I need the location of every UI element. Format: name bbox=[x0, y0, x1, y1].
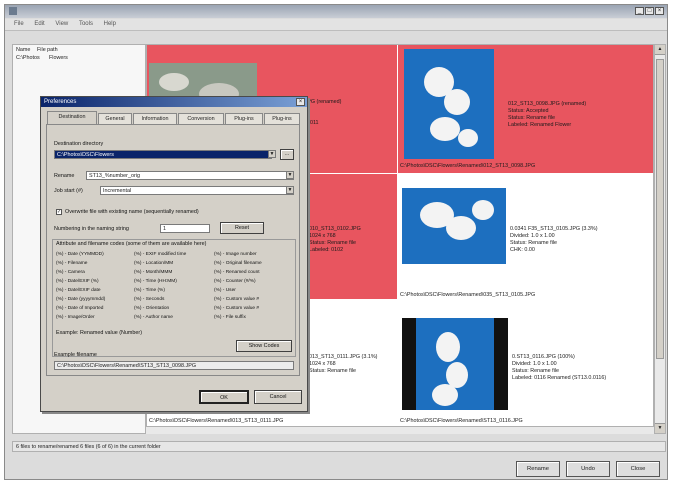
reset-button[interactable]: Reset bbox=[220, 222, 264, 234]
code-item: (%) - Time (HH:MM) bbox=[134, 279, 177, 284]
job-dropdown-arrow[interactable]: ▼ bbox=[286, 186, 294, 194]
code-item: (%) - Image/Order bbox=[56, 315, 95, 320]
rename-button[interactable]: Rename bbox=[516, 461, 560, 477]
thumbnail-image[interactable] bbox=[402, 188, 506, 264]
tab-conversion[interactable]: Conversion bbox=[178, 113, 224, 124]
close-button[interactable]: × bbox=[655, 7, 664, 15]
code-item: (%) - Location/MM bbox=[134, 261, 174, 266]
job-field[interactable]: Incremental bbox=[100, 186, 294, 195]
thumbnail-meta: 013_ST13_0111.JPG (3.1%) 1024 x 768 Status… bbox=[309, 354, 378, 374]
thumbnail-image[interactable] bbox=[402, 318, 508, 410]
code-item: (%) - Date of Imported bbox=[56, 306, 104, 311]
tab-general[interactable]: General bbox=[98, 113, 132, 124]
code-item: (%) - Date (yyyymmdd) bbox=[56, 297, 106, 302]
code-item: (%) - Orientation bbox=[134, 306, 170, 311]
overwrite-label: Overwrite file with existing name (seque… bbox=[65, 209, 199, 215]
ok-button[interactable]: OK bbox=[199, 390, 249, 404]
code-item: (%) - Time (%) bbox=[134, 288, 165, 293]
thumbnail-caption: C:\Photos\DSC\Flowers\Renamed\ST13_0116.… bbox=[400, 418, 523, 424]
tree-header-path[interactable]: File path bbox=[37, 47, 58, 53]
thumbnail-cell[interactable]: 0.0341 F35_ST13_0105.JPG (3.3%) Divided: … bbox=[398, 174, 653, 299]
rename-dropdown-arrow[interactable]: ▼ bbox=[286, 171, 294, 179]
thumbnail-cell[interactable]: 0.ST13_0116.JPG (100%) Divided: 1.0 x 1.0… bbox=[398, 300, 653, 425]
menu-tools[interactable]: Tools bbox=[79, 19, 93, 30]
menu-bar: File Edit View Tools Help bbox=[5, 19, 667, 31]
horizontal-scrollbar[interactable] bbox=[146, 426, 654, 434]
menu-edit[interactable]: Edit bbox=[34, 19, 44, 30]
code-item: (%) - Author name bbox=[134, 315, 173, 320]
minimize-button[interactable]: _ bbox=[635, 7, 644, 15]
tree-item-flowers[interactable]: Flowers bbox=[49, 55, 68, 61]
code-item: (%) - Custom value # bbox=[214, 297, 260, 302]
code-item: (%) - Date/EXIF (%) bbox=[56, 279, 99, 284]
thumbnail-meta: 010_ST13_0102.JPG 1024 x 768 Status: Renam… bbox=[309, 226, 361, 253]
example-field: C:\Photos\DSC\Flowers\Renamed\ST13_ST13_… bbox=[54, 361, 294, 370]
title-bar: _ □ × bbox=[5, 5, 667, 18]
status-bar: 6 files to rename/renamed 6 files (6 of … bbox=[12, 441, 666, 452]
vertical-scrollbar[interactable]: ▲ ▼ bbox=[654, 44, 666, 434]
code-item: (%) - Date (YYMMDD) bbox=[56, 252, 104, 257]
destination-folder-field[interactable]: C:\Photos\DSC\Flowers bbox=[54, 150, 272, 159]
tree-header-name[interactable]: Name bbox=[16, 47, 30, 53]
tab-information[interactable]: Information bbox=[133, 113, 177, 124]
show-codes-button[interactable]: Show Codes bbox=[236, 340, 292, 352]
app-icon bbox=[9, 7, 17, 15]
numbering-field[interactable]: 1 bbox=[160, 224, 210, 233]
tab-plugins-2[interactable]: Plug-ins bbox=[264, 113, 300, 124]
code-item: (%) - EXIF modified time bbox=[134, 252, 187, 257]
numbering-label: Numbering in the naming string bbox=[54, 226, 129, 232]
code-item: (%) - Image number bbox=[214, 252, 257, 257]
thumbnail-image[interactable] bbox=[404, 49, 494, 159]
tree-item-root[interactable]: C:\Photos bbox=[16, 55, 40, 61]
menu-help[interactable]: Help bbox=[104, 19, 116, 30]
codes-header: Attribute and filename codes (some of th… bbox=[56, 241, 207, 247]
thumbnail-meta: 012_ST13_0098.JPG (renamed) Status: Accep… bbox=[508, 101, 587, 128]
code-item: (%) - Seconds bbox=[134, 297, 165, 302]
dialog-title: Preferences bbox=[41, 97, 307, 107]
tab-plugins[interactable]: Plug-ins bbox=[225, 113, 263, 124]
code-item: (%) - Custom value # bbox=[214, 306, 260, 311]
code-item: (%) - Filename bbox=[56, 261, 88, 266]
code-item: (%) - Renamed count bbox=[214, 270, 260, 275]
menu-view[interactable]: View bbox=[55, 19, 68, 30]
job-label: Job start (#) bbox=[54, 188, 83, 194]
thumbnail-cell[interactable]: 012_ST13_0098.JPG (renamed) Status: Accep… bbox=[398, 45, 653, 173]
browse-button[interactable]: … bbox=[280, 149, 294, 160]
scroll-thumb[interactable] bbox=[656, 59, 664, 359]
cancel-button[interactable]: Cancel bbox=[254, 390, 302, 404]
thumbnail-meta: 0.ST13_0116.JPG (100%) Divided: 1.0 x 1.0… bbox=[512, 354, 607, 381]
scroll-up-arrow[interactable]: ▲ bbox=[655, 45, 665, 55]
thumbnail-meta: 0.0341 F35_ST13_0105.JPG (3.3%) Divided: … bbox=[510, 226, 598, 253]
menu-file[interactable]: File bbox=[14, 19, 24, 30]
dialog-close-button[interactable]: × bbox=[296, 98, 305, 106]
code-item: (%) - Counter (#/%) bbox=[214, 279, 256, 284]
thumbnail-caption: C:\Photos\DSC\Flowers\Renamed\012_ST13_0… bbox=[400, 163, 536, 169]
thumbnail-caption: C:\Photos\DSC\Flowers\Renamed\035_ST13_0… bbox=[400, 292, 536, 298]
example-label: Example filename bbox=[54, 352, 97, 358]
example-note: Example: Renamed value (Number) bbox=[56, 330, 142, 336]
destination-dropdown-arrow[interactable]: ▼ bbox=[268, 150, 276, 158]
code-item: (%) - Original filename bbox=[214, 261, 262, 266]
rename-field[interactable]: ST13_%number_orig bbox=[86, 171, 294, 180]
scroll-down-arrow[interactable]: ▼ bbox=[655, 423, 665, 433]
close-app-button[interactable]: Close bbox=[616, 461, 660, 477]
overwrite-checkbox[interactable]: ✓ bbox=[56, 209, 62, 215]
code-item: (%) - Camera bbox=[56, 270, 85, 275]
code-item: (%) - User bbox=[214, 288, 236, 293]
maximize-button[interactable]: □ bbox=[645, 7, 654, 15]
tab-destination[interactable]: Destination bbox=[47, 111, 97, 124]
undo-button[interactable]: Undo bbox=[566, 461, 610, 477]
code-item: (%) - File suffix bbox=[214, 315, 246, 320]
code-item: (%) - Date/EXIF date bbox=[56, 288, 101, 293]
thumbnail-caption: C:\Photos\DSC\Flowers\Renamed\013_ST13_0… bbox=[149, 418, 284, 424]
rename-label: Rename bbox=[54, 173, 75, 179]
destination-folder-label: Destination directory bbox=[54, 141, 104, 147]
code-item: (%) - Month/MMM bbox=[134, 270, 173, 275]
